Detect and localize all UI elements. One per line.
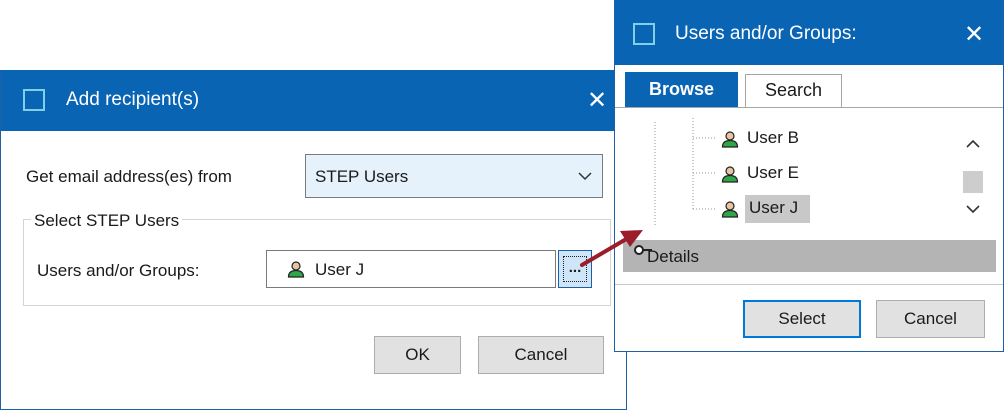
users-groups-dialog: Users and/or Groups: ✕ Browse Search Use… — [614, 0, 1004, 352]
selected-users-field[interactable]: User J — [266, 250, 556, 288]
add-recipients-titlebar: Add recipient(s) ✕ — [1, 70, 626, 131]
tab-browse-label: Browse — [648, 79, 715, 99]
add-recipients-dialog: Add recipient(s) ✕ Get email address(es)… — [0, 70, 627, 410]
scroll-up-icon[interactable] — [966, 139, 980, 149]
close-icon[interactable]: ✕ — [964, 23, 984, 47]
tree-item-label: User E — [747, 163, 799, 182]
user-icon — [287, 261, 305, 278]
select-button[interactable]: Select — [743, 300, 861, 338]
picker-title: Users and/or Groups: — [675, 23, 857, 44]
user-icon — [721, 201, 739, 218]
ok-button[interactable]: OK — [374, 336, 461, 374]
arrow-annotation — [580, 230, 643, 267]
details-label: Details — [647, 247, 699, 266]
tree-item-label-selected: User J — [745, 195, 811, 223]
tab-search[interactable]: Search — [745, 74, 842, 107]
user-icon — [721, 166, 739, 183]
tab-browse[interactable]: Browse — [625, 72, 738, 108]
window-icon — [23, 89, 45, 111]
tree-item-label: User B — [747, 128, 799, 147]
details-bar[interactable]: Details — [623, 240, 996, 272]
tree-lines — [654, 118, 715, 226]
cancel-button[interactable]: Cancel — [876, 300, 985, 338]
selected-user-value: User J — [315, 260, 365, 279]
dialog-title: Add recipient(s) — [66, 89, 200, 110]
get-email-label: Get email address(es) from — [26, 167, 232, 186]
scrollbar-thumb[interactable] — [963, 171, 983, 193]
scroll-down-icon[interactable] — [966, 204, 980, 214]
footer-divider — [615, 284, 1003, 285]
cancel-button[interactable]: Cancel — [478, 336, 604, 374]
users-groups-label: Users and/or Groups: — [37, 261, 200, 280]
user-icon — [721, 131, 739, 148]
source-select-value: STEP Users — [315, 167, 409, 186]
tree-scrollbar[interactable] — [962, 121, 984, 231]
group-label: Select STEP Users — [31, 211, 183, 231]
close-icon[interactable]: ✕ — [587, 89, 607, 113]
user-tree: User B User E User J — [615, 108, 985, 238]
picker-titlebar: Users and/or Groups: ✕ — [615, 0, 1003, 65]
chevron-down-icon — [578, 172, 592, 181]
tab-search-label: Search — [764, 80, 823, 100]
source-select[interactable]: STEP Users — [305, 154, 603, 198]
window-icon — [633, 23, 655, 45]
